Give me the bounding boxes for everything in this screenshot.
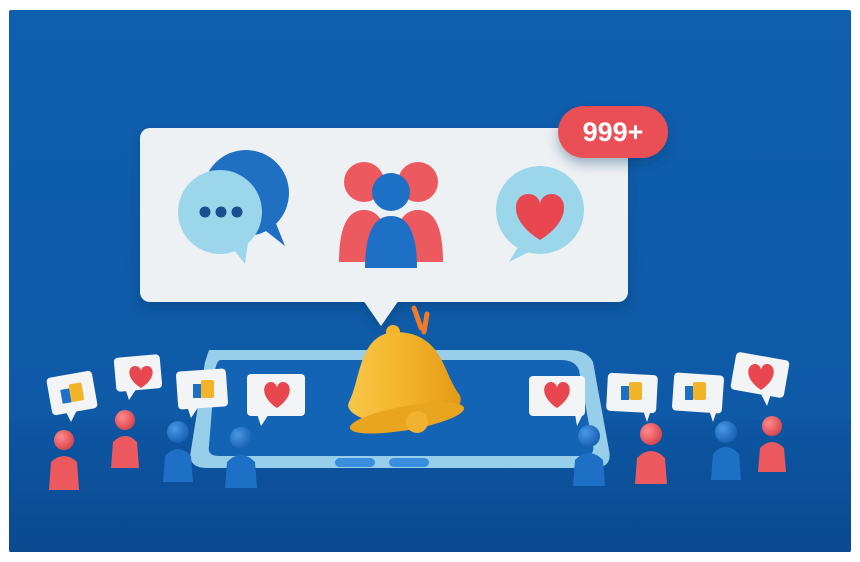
- notification-badge: 999+: [558, 106, 668, 158]
- phone-button-left: [335, 458, 375, 467]
- illustration-scene: 999+: [9, 10, 851, 552]
- phone-button-right: [389, 458, 429, 467]
- badge-count: 999+: [583, 117, 644, 147]
